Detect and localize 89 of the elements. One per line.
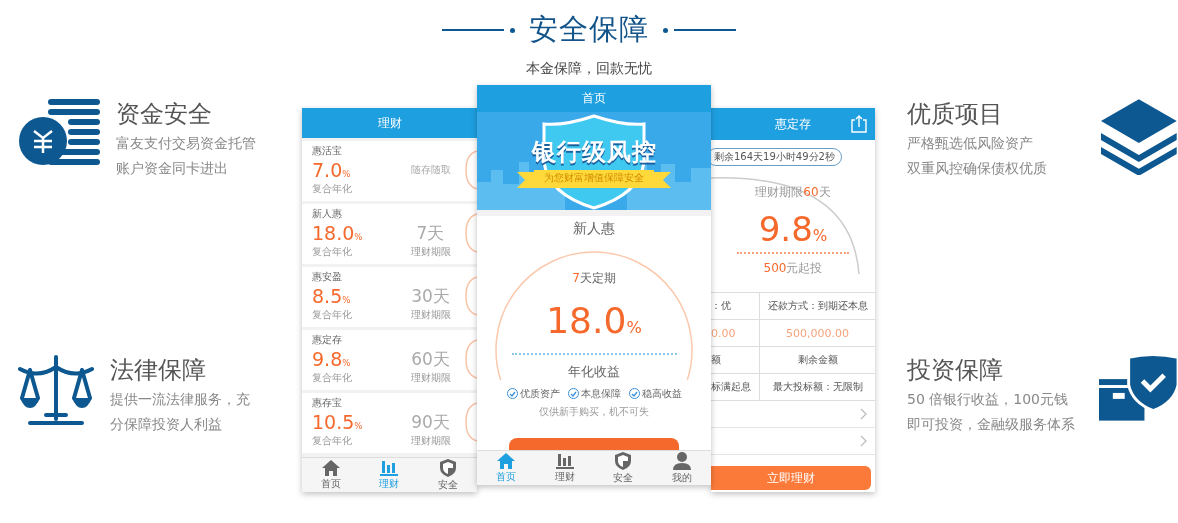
- countdown-badge: 剩余164天19小时49分2秒: [711, 148, 842, 166]
- circle-button-edge: [465, 339, 477, 379]
- detail-cell: ：优: [711, 293, 759, 320]
- product-card[interactable]: 惠安盈 8.5% 30天 复合年化 理财期限: [302, 267, 477, 327]
- feature-text: 严格甄选低风险资产: [907, 134, 1034, 153]
- feature-check: 优质资产: [506, 386, 560, 401]
- detail-cell: 还款方式：到期还本息: [759, 293, 875, 320]
- rate-value: 9.8%: [312, 349, 352, 369]
- tab[interactable]: 安全: [594, 451, 653, 485]
- bar-chart-icon: [380, 459, 399, 476]
- feature-text: 双重风控确保债权优质: [907, 159, 1048, 178]
- note-text: 仅供新手购买，机不可失: [539, 404, 649, 419]
- term-text: 随存随取: [409, 163, 452, 177]
- rate-label: 复合年化: [312, 434, 353, 448]
- term-value: 60天: [410, 347, 451, 371]
- share-icon[interactable]: [851, 115, 867, 133]
- chevron-right-icon: [860, 435, 867, 447]
- product-card[interactable]: 惠定存 9.8% 60天 复合年化 理财期限: [302, 330, 477, 390]
- banner-ribbon: 为您财富增值保障安全: [534, 170, 654, 186]
- product-card[interactable]: 新人惠 18.0% 7天 复合年化 理财期限: [302, 204, 477, 264]
- chevron-right-icon: [860, 408, 867, 420]
- product-name: 新人惠: [312, 207, 343, 221]
- bar-chart-icon: [555, 452, 574, 469]
- rate-value: 10.5%: [312, 412, 364, 432]
- rate-label: 复合年化: [312, 245, 353, 259]
- min-invest-text: 500元起投: [763, 260, 823, 278]
- product-name: 惠存宝: [312, 396, 343, 410]
- term-value: 7天: [415, 221, 446, 245]
- product-card[interactable]: 惠活宝 7.0% 随存随取 复合年化: [302, 141, 477, 201]
- detail-cell: 额: [711, 347, 759, 374]
- product-name: 新人惠: [573, 220, 615, 238]
- feature-title: 投资保障: [907, 355, 1004, 386]
- rate-value: 8.5%: [312, 286, 352, 306]
- feature-title: 法律保障: [110, 355, 207, 386]
- feature-text: 提供一流法律服务，充: [110, 390, 251, 409]
- product-name: 惠活宝: [312, 144, 343, 158]
- term-text: 7天定期: [572, 270, 616, 287]
- tab[interactable]: 理财: [535, 451, 594, 485]
- screen-title: 惠定存: [711, 108, 875, 140]
- home-icon: [321, 459, 342, 476]
- feature-text: 富友支付交易资金托管: [116, 134, 257, 153]
- amount-cell: 500,000.00: [759, 320, 875, 347]
- feature-text: 账户资金同卡进出: [116, 159, 229, 178]
- tab[interactable]: 安全: [418, 458, 477, 492]
- amount-cell: 0.00: [711, 320, 759, 347]
- product-name: 惠定存: [312, 333, 343, 347]
- rate-value: 18.0%: [312, 223, 364, 243]
- circle-button-edge: [465, 276, 477, 316]
- feature-check: 本息保障: [567, 386, 621, 401]
- rate-label: 年化收益: [568, 362, 620, 381]
- term-label: 理财期限: [409, 371, 452, 385]
- invest-button[interactable]: [509, 438, 679, 450]
- link-row[interactable]: [711, 428, 875, 455]
- tab[interactable]: 首页: [302, 458, 361, 492]
- feature-title: 资金安全: [116, 99, 213, 130]
- feature-check: 稳高收益: [628, 386, 682, 401]
- rate-value: 7.0%: [312, 160, 352, 180]
- rate-value: 9.8%: [758, 211, 828, 249]
- product-card[interactable]: 惠存宝 10.5% 90天 复合年化 理财期限: [302, 393, 477, 453]
- screen-title: 理财: [302, 108, 477, 138]
- tab[interactable]: 我的: [652, 451, 711, 485]
- feature-text: 分保障投资人利益: [110, 415, 223, 434]
- layers-icon: [1100, 97, 1178, 175]
- coins-icon: [18, 97, 100, 167]
- link-row[interactable]: [711, 401, 875, 428]
- rate-value: 18.0%: [546, 301, 642, 341]
- section-subtitle: 本金保障，回款无忧: [526, 60, 652, 78]
- rate-label: 复合年化: [312, 371, 353, 385]
- circle-button-edge: [465, 213, 477, 253]
- term-label: 理财期限: [409, 308, 452, 322]
- detail-cell: 剩余金额: [759, 347, 875, 374]
- feature-title: 优质项目: [907, 99, 1004, 130]
- circle-button-edge: [465, 402, 477, 442]
- term-value: 90天: [410, 410, 451, 434]
- section-title: 安全保障: [529, 11, 649, 48]
- feature-text: 50 倍银行收益，100元钱: [907, 390, 1069, 409]
- home-icon: [496, 452, 517, 469]
- shield-card-icon: [1098, 353, 1178, 423]
- rate-label: 复合年化: [312, 308, 353, 322]
- term-label: 理财期限: [409, 434, 452, 448]
- term-value: 30天: [410, 284, 451, 308]
- term-label: 理财期限: [409, 245, 452, 259]
- feature-text: 即可投资，金融级服务体系: [907, 415, 1076, 434]
- product-name: 惠安盈: [312, 270, 343, 284]
- person-icon: [672, 451, 691, 470]
- screen-title: 首页: [477, 85, 711, 112]
- term-text: 理财期限60天: [755, 184, 831, 201]
- rate-label: 复合年化: [312, 182, 353, 196]
- circle-button-edge: [465, 150, 477, 190]
